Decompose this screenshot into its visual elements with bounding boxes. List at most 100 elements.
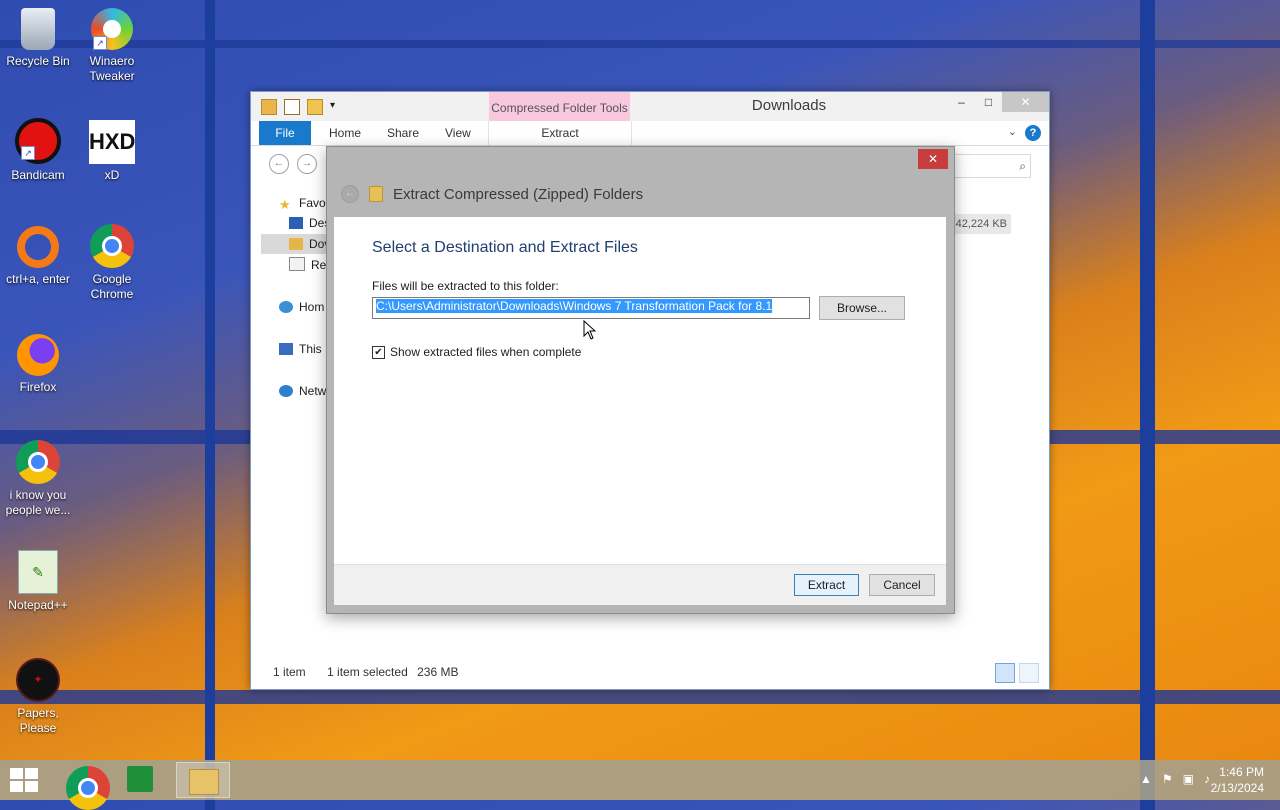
chrome-icon (66, 766, 110, 810)
desktop-icon-ctrl-a-enter[interactable]: ctrl+a, enter (0, 226, 76, 287)
sidebar-item-this-pc[interactable]: This (279, 339, 322, 359)
windows-logo-icon (10, 768, 23, 779)
extract-button[interactable]: Extract (794, 574, 859, 596)
maximize-button[interactable]: □ (975, 92, 1002, 112)
dialog-header: ← Extract Compressed (Zipped) Folders (341, 185, 643, 203)
status-item-count: 1 item (273, 665, 306, 679)
file-size-cell: 42,224 KB (951, 214, 1011, 234)
winaero-tweaker-icon: ↗ (91, 8, 133, 50)
show-files-checkbox[interactable]: ✔ (372, 345, 385, 359)
explorer-titlebar[interactable]: ▾ Compressed Folder Tools Downloads – □ … (251, 92, 1049, 121)
new-folder-icon[interactable] (307, 99, 323, 115)
tab-home[interactable]: Home (329, 121, 361, 145)
destination-path-input[interactable]: C:\Users\Administrator\Downloads\Windows… (372, 297, 810, 319)
shortcut-arrow-icon: ↗ (21, 146, 35, 160)
cancel-button[interactable]: Cancel (869, 574, 935, 596)
dialog-close-button[interactable]: ✕ (918, 149, 948, 169)
desktop-icon-notepad-plus-plus[interactable]: ✎ Notepad++ (0, 550, 76, 613)
taskbar: ▲ ⚑ ▣ ♪ 1:46 PM 2/13/2024 (0, 760, 1280, 810)
window-controls: – □ ✕ (948, 92, 1049, 112)
notepad-plus-plus-icon: ✎ (18, 550, 58, 594)
back-arrow-icon[interactable]: ← (341, 185, 359, 203)
bandicam-icon: ↗ (15, 118, 61, 164)
forward-button[interactable]: → (297, 154, 317, 174)
system-tray: ▲ ⚑ ▣ ♪ (1140, 772, 1210, 786)
mouse-cursor-icon (583, 319, 597, 340)
chevron-down-icon[interactable]: ⌄ (1008, 125, 1017, 138)
ribbon-tabs: File Home Share View Extract ⌄ ? (251, 121, 1049, 146)
show-files-option[interactable]: ✔ Show extracted files when complete (372, 345, 581, 359)
papers-please-icon: ✦ (16, 658, 60, 702)
desktop-icon-label: Firefox (19, 380, 57, 394)
back-button[interactable]: ← (269, 154, 289, 174)
homegroup-icon (279, 301, 293, 313)
desktop-icon-recycle-bin[interactable]: Recycle Bin (0, 8, 76, 69)
status-bar: 1 item 1 item selected 236 MB (273, 665, 476, 679)
chrome-icon (16, 440, 60, 484)
close-button[interactable]: ✕ (1002, 92, 1049, 112)
browse-button[interactable]: Browse... (819, 296, 905, 320)
dialog-footer: Extract Cancel (334, 564, 946, 605)
clock-date: 2/13/2024 (1210, 781, 1264, 795)
folder-icon[interactable] (261, 99, 277, 115)
dialog-heading: Select a Destination and Extract Files (372, 239, 638, 256)
shortcut-arrow-icon: ↗ (93, 36, 107, 50)
extract-dialog: ✕ ← Extract Compressed (Zipped) Folders … (326, 146, 955, 614)
zip-folder-icon (369, 186, 383, 202)
hxd-icon: HXD (89, 120, 135, 164)
status-size: 236 MB (417, 665, 459, 679)
sidebar-item-homegroup[interactable]: Hom (279, 297, 324, 317)
taskbar-file-explorer[interactable] (176, 762, 230, 798)
flag-icon[interactable]: ⚑ (1162, 772, 1173, 786)
properties-icon[interactable] (284, 99, 300, 115)
firefox-icon (17, 334, 59, 376)
status-selected: 1 item selected (327, 665, 408, 679)
store-icon (127, 766, 153, 792)
desktop-icon-xd[interactable]: HXD xD (74, 120, 150, 183)
selected-path-text: C:\Users\Administrator\Downloads\Windows… (376, 299, 773, 313)
explorer-title: Downloads (751, 97, 827, 114)
network-icon[interactable]: ▣ (1183, 772, 1194, 786)
chevron-up-icon[interactable]: ▲ (1140, 772, 1152, 786)
taskbar-store[interactable] (115, 762, 169, 798)
tab-share[interactable]: Share (387, 121, 419, 145)
clock-time: 1:46 PM (1219, 765, 1264, 779)
desktop-icon-label: ctrl+a, enter (6, 272, 70, 286)
sidebar-item-favorites[interactable]: ★ Favor (279, 193, 330, 213)
desktop-icon-winaero-tweaker[interactable]: ↗ Winaero Tweaker (74, 8, 150, 84)
desktop-icon-label: Papers, Please (17, 706, 59, 735)
start-button[interactable] (10, 768, 38, 792)
dialog-body: Select a Destination and Extract Files F… (334, 217, 946, 605)
details-view-icon[interactable] (995, 663, 1015, 683)
tab-extract[interactable]: Extract (488, 121, 632, 145)
desktop-icon-label: Recycle Bin (6, 54, 70, 68)
help-icon[interactable]: ? (1025, 125, 1041, 141)
tab-file[interactable]: File (259, 121, 311, 145)
chrome-icon (90, 224, 134, 268)
desktop-icon-label: Winaero Tweaker (89, 54, 135, 83)
view-toggle (995, 663, 1039, 683)
desktop-icon-google-chrome[interactable]: Google Chrome (74, 224, 150, 302)
quick-access-toolbar: ▾ (261, 99, 344, 115)
windows-logo-pane (10, 781, 23, 792)
desktop-icon-bandicam[interactable]: ↗ Bandicam (0, 118, 76, 183)
sidebar-item-desktop[interactable]: Des (289, 213, 330, 233)
desktop-icon-label: i know you people we... (5, 488, 71, 517)
destination-label: Files will be extracted to this folder: (372, 279, 559, 293)
desktop-icon-firefox[interactable]: Firefox (0, 334, 76, 395)
recent-places-icon (289, 257, 305, 271)
taskbar-chrome[interactable] (54, 762, 110, 810)
taskbar-clock[interactable]: 1:46 PM 2/13/2024 (1211, 764, 1264, 796)
speaker-icon[interactable]: ♪ (1204, 772, 1210, 786)
network-icon (279, 385, 293, 397)
minimize-button[interactable]: – (948, 92, 975, 112)
sidebar-item-network[interactable]: Netw (279, 381, 326, 401)
desktop-icon-label: xD (104, 168, 120, 182)
dropdown-arrow-icon[interactable]: ▾ (330, 99, 344, 113)
tab-view[interactable]: View (445, 121, 471, 145)
desktop-icon-papers-please[interactable]: ✦ Papers, Please (0, 658, 76, 736)
search-icon: ⌕ (1019, 159, 1026, 173)
desktop-icon-label: Google Chrome (90, 272, 134, 301)
desktop-icon-chrome-shortcut[interactable]: i know you people we... (0, 440, 76, 518)
large-icons-view-icon[interactable] (1019, 663, 1039, 683)
